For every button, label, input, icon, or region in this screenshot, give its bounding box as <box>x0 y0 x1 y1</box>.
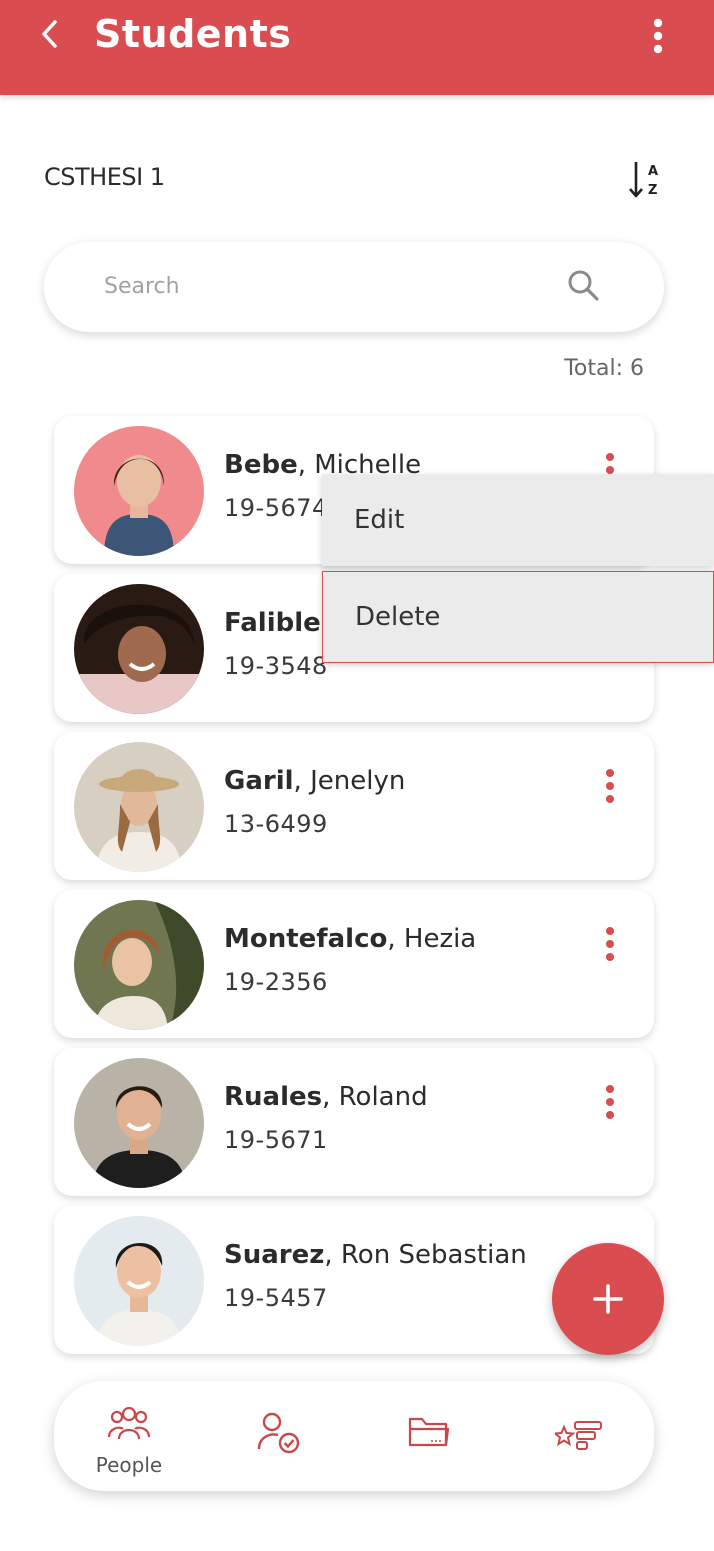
student-last-name: Montefalco <box>224 924 388 954</box>
student-id: 19-3548 <box>224 652 328 680</box>
back-button[interactable] <box>30 12 70 56</box>
back-chevron-icon <box>42 20 57 48</box>
student-first-name: Roland <box>338 1082 428 1112</box>
student-avatar <box>74 742 204 872</box>
student-first-name: Ron Sebastian <box>340 1240 527 1270</box>
search-icon[interactable] <box>566 268 600 302</box>
student-id: 19-2356 <box>224 968 328 996</box>
student-name: Ruales, Roland <box>224 1082 428 1112</box>
total-count: Total: 6 <box>564 356 644 381</box>
add-student-button[interactable] <box>552 1243 664 1355</box>
student-more-button[interactable] <box>598 766 622 806</box>
student-card[interactable]: Montefalco, Hezia 19-2356 <box>54 890 654 1038</box>
name-separator: , <box>297 450 315 480</box>
page-title: Students <box>94 12 292 56</box>
nav-files[interactable] <box>354 1381 504 1491</box>
student-avatar <box>74 426 204 556</box>
student-last-name: Garil <box>224 766 294 796</box>
nav-grades[interactable] <box>504 1381 654 1491</box>
more-vertical-icon <box>606 769 614 803</box>
nav-people[interactable]: People <box>54 1381 204 1491</box>
app-bar: Students <box>0 0 714 95</box>
student-id: 19-5457 <box>224 1284 328 1312</box>
delete-menu-item[interactable]: Delete <box>322 571 714 663</box>
edit-menu-item[interactable]: Edit <box>322 474 714 566</box>
student-last-name: Suarez <box>224 1240 325 1270</box>
student-last-name: Bebe <box>224 450 298 480</box>
more-vertical-icon <box>606 927 614 961</box>
user-check-icon <box>257 1412 300 1454</box>
sort-button[interactable]: A Z <box>626 158 666 202</box>
nav-people-label: People <box>95 1453 163 1477</box>
more-vertical-icon <box>653 18 663 54</box>
student-avatar <box>74 900 204 1030</box>
student-id: 13-6499 <box>224 810 328 838</box>
name-separator: , <box>324 1240 341 1270</box>
student-card[interactable]: Ruales, Roland 19-5671 <box>54 1048 654 1196</box>
student-first-name: Jenelyn <box>310 766 406 796</box>
name-separator: , <box>387 924 404 954</box>
class-name: CSTHESI 1 <box>44 163 165 191</box>
student-card[interactable]: Garil, Jenelyn 13-6499 <box>54 732 654 880</box>
name-separator: , <box>293 766 311 796</box>
folder-icon <box>408 1417 450 1447</box>
search-input[interactable] <box>104 266 544 306</box>
sort-alpha-icon: A Z <box>629 162 658 198</box>
student-id: 19-5671 <box>224 1126 328 1154</box>
student-more-button[interactable] <box>598 924 622 964</box>
student-name: Garil, Jenelyn <box>224 766 405 796</box>
student-more-button[interactable] <box>598 1082 622 1122</box>
people-icon <box>108 1406 150 1440</box>
student-name: Suarez, Ron Sebastian <box>224 1240 527 1270</box>
nav-attendance[interactable] <box>204 1381 354 1491</box>
student-first-name: Hezia <box>403 924 477 954</box>
student-name: Montefalco, Hezia <box>224 924 476 954</box>
student-last-name: Ruales <box>224 1082 323 1112</box>
name-separator: , <box>322 1082 339 1112</box>
star-list-icon <box>555 1421 602 1450</box>
student-name: Falible, <box>224 608 329 638</box>
more-options-button[interactable] <box>646 14 670 58</box>
student-avatar <box>74 1216 204 1346</box>
student-id: 19-5674 <box>224 494 328 522</box>
student-avatar <box>74 584 204 714</box>
student-last-name: Falible <box>224 608 321 638</box>
bottom-navigation: People <box>54 1381 654 1491</box>
more-vertical-icon <box>606 1085 614 1119</box>
svg-text:Z: Z <box>648 183 657 198</box>
svg-text:A: A <box>648 164 658 179</box>
plus-icon <box>593 1284 623 1314</box>
student-avatar <box>74 1058 204 1188</box>
